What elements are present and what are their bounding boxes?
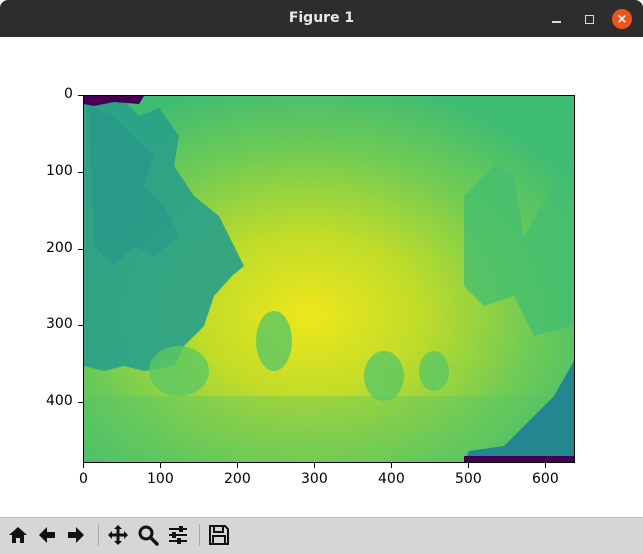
pan-button[interactable] [105,522,131,548]
x-tick-mark [237,463,238,468]
maximize-icon [584,14,594,24]
x-tick-label: 200 [224,471,251,487]
depth-cup-ellipse [419,351,449,391]
home-button[interactable] [5,522,31,548]
zoom-button[interactable] [135,522,161,548]
close-button[interactable]: × [612,9,632,29]
forward-button[interactable] [63,522,89,548]
home-icon [9,527,27,543]
configure-subplots-button[interactable] [165,522,191,548]
depth-bottom-right-edge [464,456,574,462]
depth-cup-ellipse [364,351,404,401]
forward-arrow-icon [68,527,84,543]
minimize-icon [551,21,561,23]
y-tick-mark [78,172,83,173]
pan-icon [108,525,128,545]
y-tick-mark [78,249,83,250]
x-tick-mark [160,463,161,468]
depth-cup-ellipse [149,346,209,396]
x-tick-label: 0 [79,471,88,487]
x-tick-mark [468,463,469,468]
close-icon: × [616,11,628,27]
minimize-button[interactable] [546,9,566,29]
navigation-toolbar [0,517,643,554]
y-tick-label: 400 [46,393,73,409]
back-arrow-icon [39,527,55,543]
x-tick-label: 300 [301,471,328,487]
zoom-icon [138,525,159,546]
depth-map-image [84,96,574,462]
x-tick-label: 400 [378,471,405,487]
y-tick-label: 300 [46,316,73,332]
save-icon [209,525,229,545]
x-tick-mark [545,463,546,468]
x-tick-label: 100 [147,471,174,487]
figure-canvas[interactable]: 0 100 200 300 400 0 100 200 300 400 500 … [0,37,643,517]
y-tick-label: 100 [46,163,73,179]
y-tick-mark [78,95,83,96]
toolbar-separator [98,524,99,546]
y-tick-mark [78,325,83,326]
x-tick-label: 600 [532,471,559,487]
y-tick-mark [78,402,83,403]
x-tick-mark [83,463,84,468]
title-bar: Figure 1 × [0,0,643,37]
x-tick-mark [391,463,392,468]
y-tick-label: 0 [64,86,73,102]
y-tick-label: 200 [46,240,73,256]
depth-image-plot [83,95,575,463]
save-button[interactable] [206,522,232,548]
x-tick-mark [314,463,315,468]
back-button[interactable] [34,522,60,548]
depth-cup-ellipse [256,311,292,371]
configure-subplots-icon [169,526,187,544]
x-tick-label: 500 [455,471,482,487]
toolbar-separator [199,524,200,546]
maximize-button[interactable] [579,9,599,29]
